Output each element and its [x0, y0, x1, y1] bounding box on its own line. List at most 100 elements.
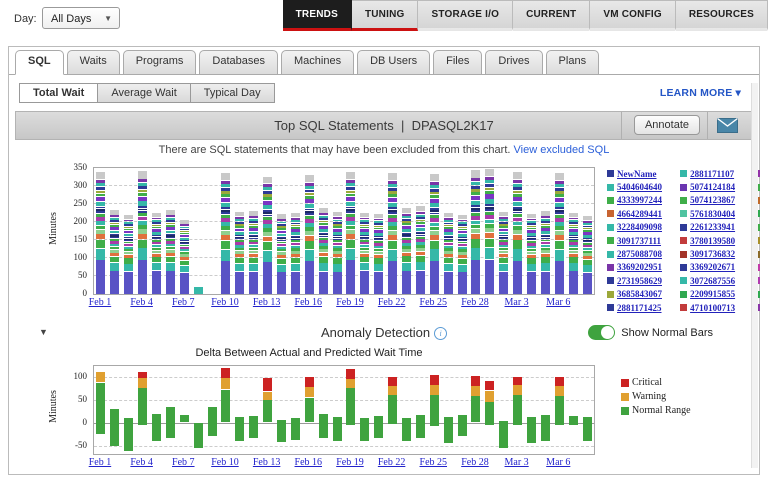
stacked-bar[interactable]: [318, 207, 328, 294]
x-axis-date-link[interactable]: Feb 10: [207, 457, 243, 468]
legend-label-link[interactable]: 2881171425: [617, 303, 662, 313]
x-axis-date-link[interactable]: Feb 19: [332, 457, 368, 468]
anomaly-bar-segment[interactable]: [513, 377, 523, 385]
x-axis-date-link[interactable]: Feb 22: [374, 457, 410, 468]
anomaly-bar-segment[interactable]: [235, 416, 245, 441]
legend-label-link[interactable]: NewName: [617, 169, 657, 179]
tab-databases[interactable]: Databases: [199, 50, 278, 75]
tab-sql[interactable]: SQL: [15, 50, 64, 75]
nav-storage-io[interactable]: STORAGE I/O: [418, 0, 514, 31]
anomaly-bar-segment[interactable]: [554, 396, 564, 425]
x-axis-date-link[interactable]: Mar 3: [499, 457, 535, 468]
typical-day-button[interactable]: Typical Day: [190, 83, 275, 103]
stacked-bar[interactable]: [485, 168, 495, 294]
anomaly-bar-segment[interactable]: [318, 413, 328, 439]
stacked-bar[interactable]: [277, 214, 286, 294]
tab-files[interactable]: Files: [433, 50, 483, 75]
anomaly-bar-segment[interactable]: [207, 406, 217, 437]
stacked-bar[interactable]: [124, 214, 134, 294]
stacked-bar[interactable]: [443, 212, 453, 294]
stacked-bar[interactable]: [554, 172, 564, 294]
stacked-bar[interactable]: [540, 210, 550, 294]
day-dropdown[interactable]: All Days ▼: [42, 7, 120, 29]
stacked-bar[interactable]: [179, 219, 189, 294]
x-axis-date-link[interactable]: Feb 28: [457, 297, 493, 308]
anomaly-bar-segment[interactable]: [388, 377, 398, 386]
stacked-bar[interactable]: [360, 212, 370, 294]
stacked-bar[interactable]: [235, 211, 245, 294]
anomaly-bar-segment[interactable]: [346, 388, 356, 425]
legend-label-link[interactable]: 4710100713: [690, 303, 735, 313]
anomaly-bar-segment[interactable]: [332, 416, 342, 441]
stacked-bar[interactable]: [290, 212, 300, 294]
tab-plans[interactable]: Plans: [545, 50, 600, 75]
total-wait-button[interactable]: Total Wait: [19, 83, 99, 103]
x-axis-date-link[interactable]: Feb 22: [374, 297, 410, 308]
legend-label-link[interactable]: 3091736832: [690, 249, 735, 259]
anomaly-bar-segment[interactable]: [221, 389, 231, 423]
stacked-bar[interactable]: [388, 172, 398, 294]
nav-current[interactable]: CURRENT: [513, 0, 591, 31]
anomaly-bar-segment[interactable]: [540, 414, 550, 441]
anomaly-bar-segment[interactable]: [277, 419, 286, 443]
legend-label-link[interactable]: 5074124184: [690, 182, 735, 192]
legend-label-link[interactable]: 3369202671: [690, 262, 735, 272]
anomaly-bar-segment[interactable]: [429, 395, 439, 427]
stacked-bar[interactable]: [471, 170, 481, 294]
anomaly-bar-segment[interactable]: [221, 367, 231, 378]
stacked-bar[interactable]: [527, 213, 536, 294]
view-excluded-sql-link[interactable]: View excluded SQL: [514, 144, 610, 156]
anomaly-bar-segment[interactable]: [415, 414, 425, 439]
legend-label-link[interactable]: 2875088708: [617, 249, 662, 259]
anomaly-bar-segment[interactable]: [388, 395, 398, 424]
stacked-bar[interactable]: [499, 211, 509, 294]
anomaly-bar-segment[interactable]: [138, 378, 148, 389]
anomaly-bar-segment[interactable]: [582, 417, 592, 441]
show-normal-bars-toggle[interactable]: [588, 325, 616, 340]
legend-label-link[interactable]: 4333997244: [617, 195, 662, 205]
x-axis-date-link[interactable]: Feb 7: [165, 297, 201, 308]
stacked-bar[interactable]: [152, 212, 161, 294]
legend-label-link[interactable]: 2261233941: [690, 222, 735, 232]
email-icon[interactable]: [717, 118, 738, 133]
stacked-bar[interactable]: [374, 213, 384, 294]
legend-label-link[interactable]: 2731958629: [617, 276, 662, 286]
tab-programs[interactable]: Programs: [122, 50, 197, 75]
legend-label-link[interactable]: 3369202951: [617, 262, 662, 272]
stacked-bar[interactable]: [138, 171, 148, 294]
anomaly-bar-segment[interactable]: [179, 414, 189, 423]
anomaly-bar-segment[interactable]: [485, 390, 495, 402]
tab-drives[interactable]: Drives: [485, 50, 543, 75]
anomaly-bar-segment[interactable]: [457, 414, 467, 437]
legend-label-link[interactable]: 5404604640: [617, 182, 662, 192]
anomaly-bar-segment[interactable]: [471, 386, 481, 396]
legend-label-link[interactable]: 5761830404: [690, 209, 735, 219]
anomaly-bar-segment[interactable]: [138, 388, 148, 425]
stacked-bar[interactable]: [110, 209, 120, 294]
info-icon[interactable]: i: [434, 327, 448, 340]
anomaly-bar-segment[interactable]: [249, 415, 259, 439]
nav-tuning[interactable]: TUNING: [351, 0, 419, 31]
stacked-bar[interactable]: [582, 216, 592, 294]
stacked-bar[interactable]: [513, 172, 523, 294]
legend-label-link[interactable]: 3780139580: [690, 236, 735, 246]
nav-resources[interactable]: RESOURCES: [675, 0, 768, 31]
x-axis-date-link[interactable]: Feb 28: [457, 457, 493, 468]
anomaly-bar-segment[interactable]: [304, 387, 314, 398]
stacked-bar[interactable]: [249, 210, 259, 294]
legend-label-link[interactable]: 5074123867: [690, 195, 735, 205]
anomaly-bar-segment[interactable]: [96, 372, 106, 383]
legend-label-link[interactable]: 2881171107: [690, 169, 734, 179]
x-axis-date-link[interactable]: Feb 10: [207, 297, 243, 308]
stacked-bar[interactable]: [568, 212, 578, 294]
anomaly-bar-segment[interactable]: [554, 377, 564, 386]
x-axis-date-link[interactable]: Feb 16: [290, 457, 326, 468]
anomaly-bar-segment[interactable]: [263, 399, 273, 423]
anomaly-bar-segment[interactable]: [346, 368, 356, 379]
x-axis-date-link[interactable]: Feb 25: [415, 297, 451, 308]
stacked-bar[interactable]: [402, 208, 411, 294]
x-axis-date-link[interactable]: Feb 7: [165, 457, 201, 468]
anomaly-bar-segment[interactable]: [429, 374, 439, 385]
annotate-button[interactable]: Annotate: [633, 115, 700, 135]
stacked-bar[interactable]: [263, 176, 273, 294]
